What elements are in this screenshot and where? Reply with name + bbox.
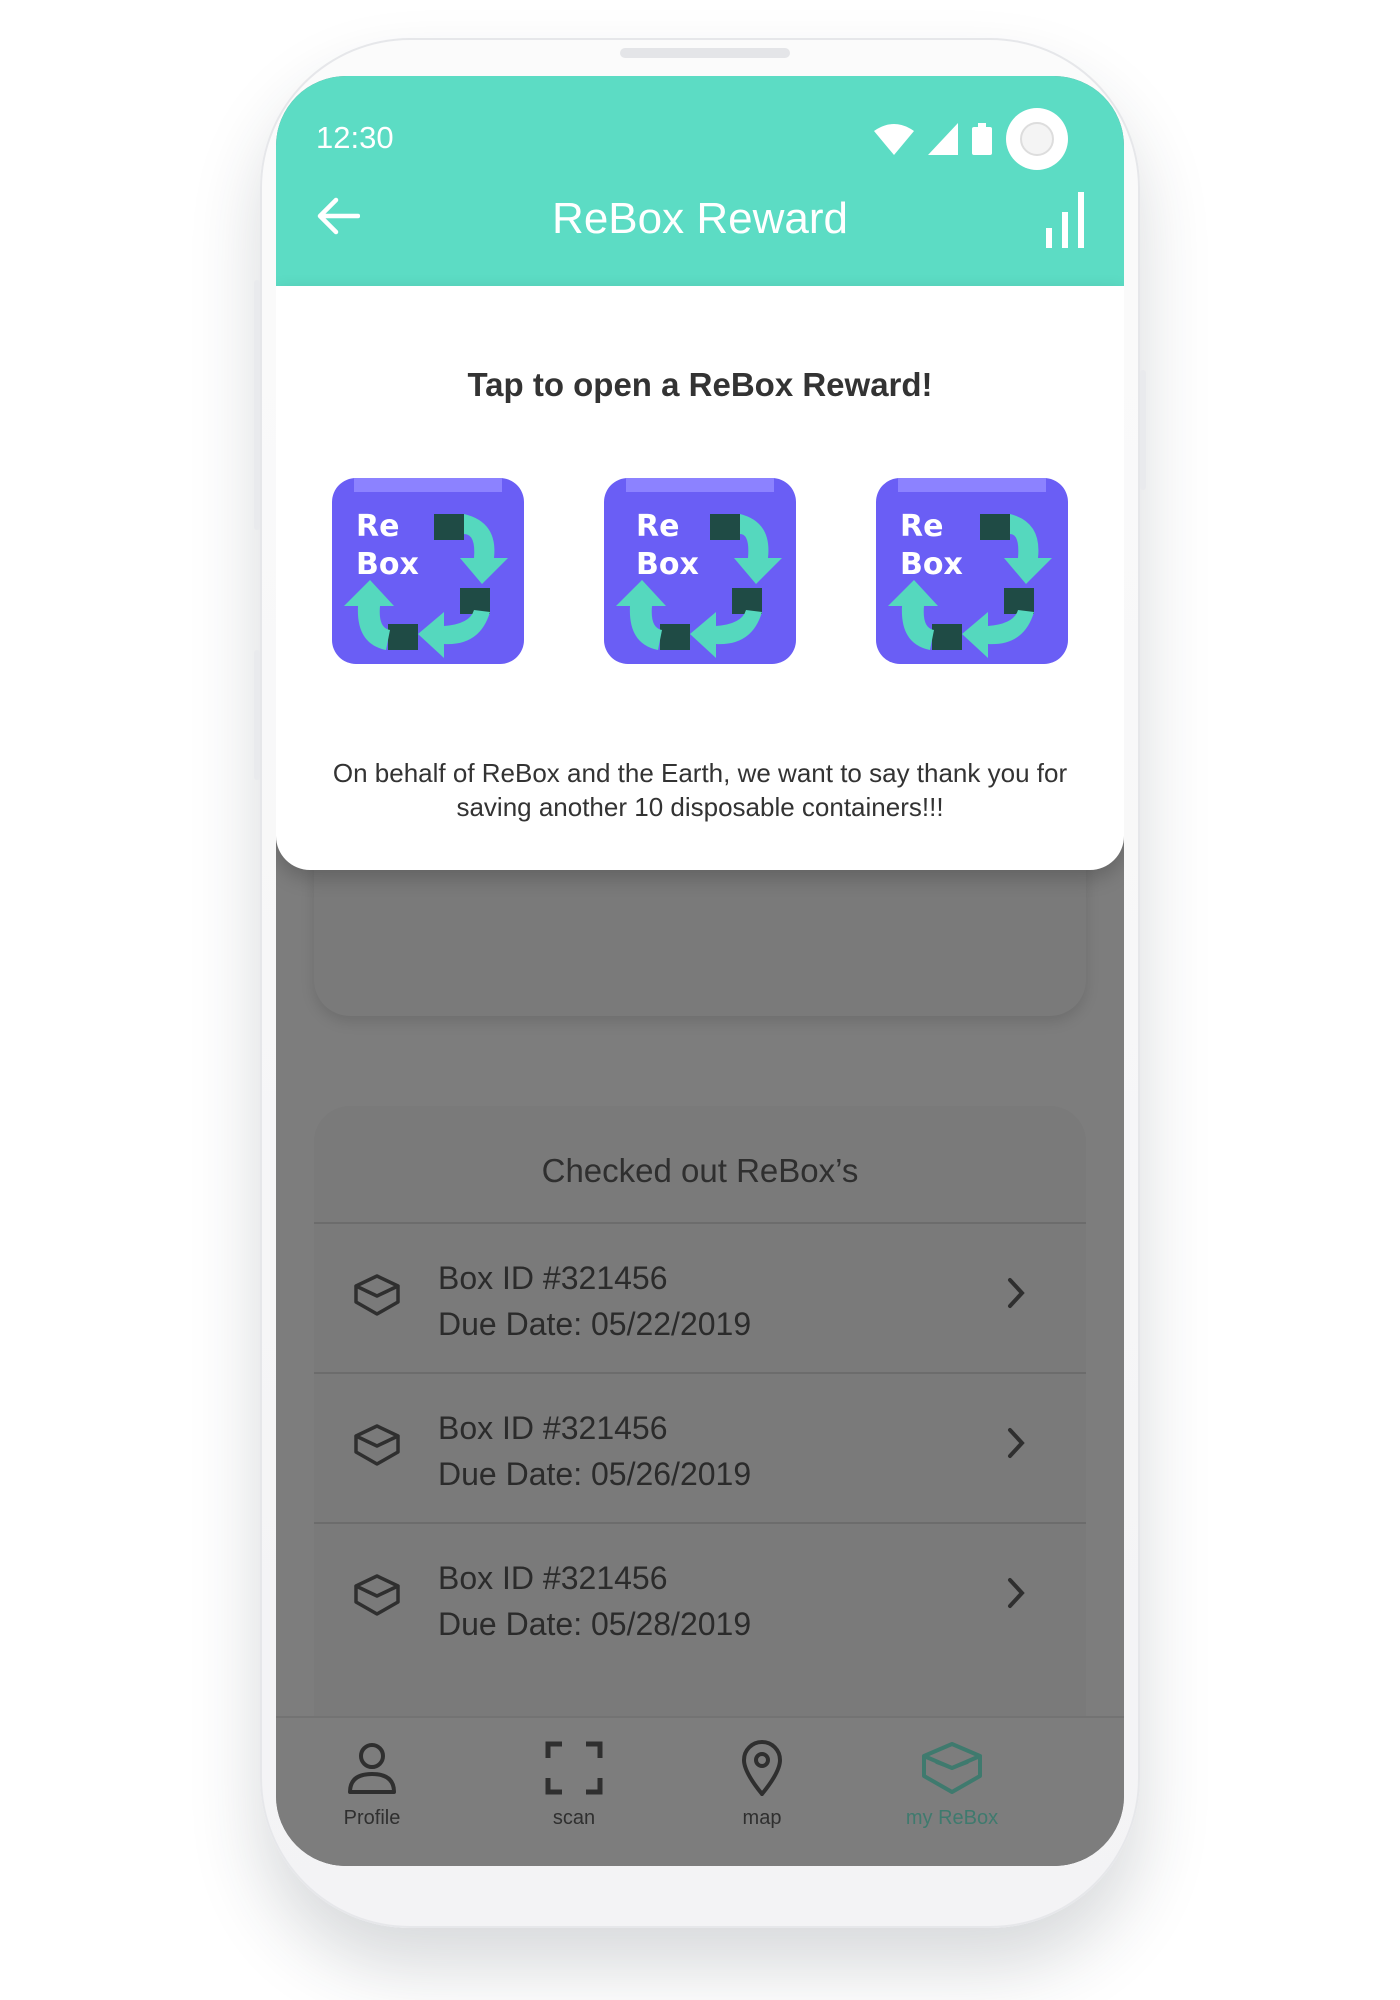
status-time: 12:30 xyxy=(316,120,394,155)
map-pin-icon xyxy=(741,1740,783,1798)
status-icons xyxy=(874,108,1068,170)
nav-scan[interactable]: scan xyxy=(494,1740,654,1830)
side-button xyxy=(254,650,260,780)
front-camera xyxy=(1006,108,1068,170)
list-item[interactable]: Box ID #321456 Due Date: 05/26/2019 xyxy=(314,1372,1086,1524)
reward-box[interactable]: Re Box xyxy=(602,474,798,670)
rebox-logo-icon: Re Box xyxy=(332,478,524,664)
svg-text:Re: Re xyxy=(900,509,943,544)
rebox-logo-icon: Re Box xyxy=(604,478,796,664)
list-item[interactable]: Box ID #321456 Due Date: 05/28/2019 xyxy=(314,1522,1086,1674)
due-date: Due Date: 05/26/2019 xyxy=(438,1456,752,1492)
box-icon xyxy=(354,1574,400,1616)
nav-label: Profile xyxy=(343,1807,401,1829)
nav-label: my ReBox xyxy=(905,1807,999,1829)
battery-icon xyxy=(972,123,992,155)
box-icon xyxy=(354,1424,400,1466)
stats-icon[interactable] xyxy=(1044,186,1088,250)
wifi-icon xyxy=(874,124,914,155)
due-date: Due Date: 05/28/2019 xyxy=(438,1606,752,1642)
power-button xyxy=(1140,370,1146,490)
box-id: Box ID #321456 xyxy=(438,1260,668,1296)
reward-box[interactable]: Re Box xyxy=(874,474,1070,670)
svg-text:Re: Re xyxy=(636,509,679,544)
modal-heading: Tap to open a ReBox Reward! xyxy=(467,366,933,403)
box-icon xyxy=(354,1274,400,1316)
svg-text:Box: Box xyxy=(900,547,963,582)
scan-icon xyxy=(545,1741,603,1795)
chevron-right-icon[interactable] xyxy=(1006,1426,1026,1460)
speaker-grille xyxy=(620,48,790,58)
volume-button xyxy=(254,280,260,530)
nav-map[interactable]: map xyxy=(682,1740,842,1830)
reward-modal: Tap to open a ReBox Reward! Re Box Re Bo… xyxy=(276,286,1124,870)
reward-box[interactable]: Re Box xyxy=(330,474,526,670)
app-screen: 12:30 ReBox Reward Checked out ReBox’s B… xyxy=(276,76,1124,1866)
list-item[interactable]: Box ID #321456 Due Date: 05/22/2019 xyxy=(314,1222,1086,1374)
svg-text:Box: Box xyxy=(636,547,699,582)
signal-icon xyxy=(928,123,958,155)
box-id: Box ID #321456 xyxy=(438,1560,668,1596)
list-title: Checked out ReBox’s xyxy=(541,1152,859,1189)
person-icon xyxy=(348,1743,396,1794)
due-date: Due Date: 05/22/2019 xyxy=(438,1306,752,1342)
app-bar: 12:30 ReBox Reward xyxy=(276,76,1124,286)
bottom-nav: Profile scan map my ReBox xyxy=(276,1716,1124,1866)
chevron-right-icon[interactable] xyxy=(1006,1276,1026,1310)
box-icon xyxy=(922,1742,982,1794)
thank-you-message: On behalf of ReBox and the Earth, we wan… xyxy=(332,758,1068,822)
chevron-right-icon[interactable] xyxy=(1006,1576,1026,1610)
box-id: Box ID #321456 xyxy=(438,1410,668,1446)
svg-text:Re: Re xyxy=(356,509,399,544)
page-title: ReBox Reward xyxy=(552,194,848,243)
nav-my-rebox[interactable]: my ReBox xyxy=(872,1740,1032,1830)
nav-label: map xyxy=(742,1807,782,1829)
rebox-logo-icon: Re Box xyxy=(876,478,1068,664)
nav-profile[interactable]: Profile xyxy=(292,1740,452,1830)
svg-text:Box: Box xyxy=(356,547,419,582)
nav-label: scan xyxy=(552,1807,596,1829)
